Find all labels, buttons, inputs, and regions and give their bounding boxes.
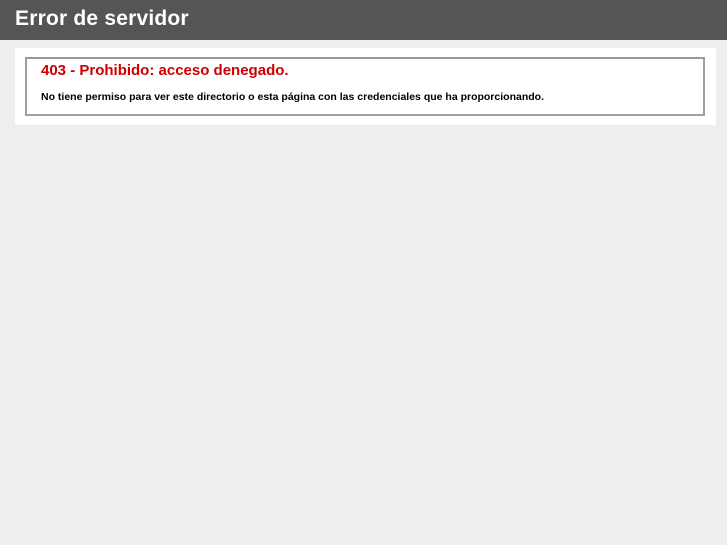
error-content: 403 - Prohibido: acceso denegado. No tie… bbox=[15, 48, 716, 125]
error-message: No tiene permiso para ver este directori… bbox=[41, 91, 544, 103]
error-heading: 403 - Prohibido: acceso denegado. bbox=[41, 62, 289, 79]
error-box: 403 - Prohibido: acceso denegado. No tie… bbox=[25, 57, 705, 116]
page-title: Error de servidor bbox=[15, 7, 189, 30]
page-header: Error de servidor bbox=[0, 0, 727, 40]
